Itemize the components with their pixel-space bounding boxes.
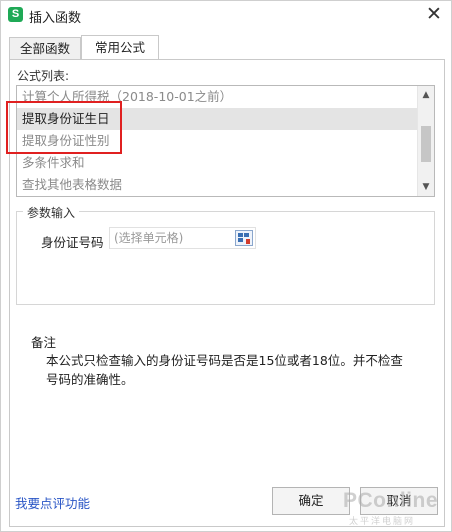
list-scrollbar[interactable]: ▲ ▼ — [417, 86, 434, 196]
pconline-watermark: PConline — [343, 489, 439, 512]
scroll-down-icon[interactable]: ▼ — [418, 179, 434, 195]
wps-app-icon: S — [8, 7, 23, 22]
notes-body: 本公式只检查输入的身份证号码是否是15位或者18位。并不检查号码的准确性。 — [46, 353, 403, 387]
insert-function-dialog: S 插入函数 ✕ 全部函数 常用公式 公式列表: 计算个人所得税（2018-10… — [0, 0, 452, 532]
id-number-placeholder: (选择单元格) — [114, 231, 184, 245]
ok-button[interactable]: 确定 — [272, 487, 350, 515]
close-icon[interactable]: ✕ — [423, 4, 445, 26]
param-group-title: 参数输入 — [23, 204, 80, 221]
pconline-watermark-subtext: 太平洋电脑网 — [349, 517, 416, 527]
tab-common-formulas[interactable]: 常用公式 — [81, 35, 159, 60]
tab-all-functions[interactable]: 全部函数 — [9, 37, 81, 60]
id-number-input[interactable]: (选择单元格) — [109, 227, 256, 249]
red-annotation-box — [6, 101, 122, 154]
id-number-label: 身份证号码 — [41, 235, 104, 250]
feedback-link[interactable]: 我要点评功能 — [15, 493, 90, 512]
title-bar: S 插入函数 ✕ — [1, 1, 451, 29]
notes-title: 备注 — [31, 335, 57, 350]
formula-list-label: 公式列表: — [17, 69, 70, 83]
param-input-group — [16, 211, 435, 305]
list-item-multi-condition-sum[interactable]: 多条件求和 — [17, 152, 417, 174]
scroll-thumb[interactable] — [421, 126, 431, 162]
cell-picker-icon[interactable] — [235, 230, 253, 246]
dialog-title: 插入函数 — [29, 11, 82, 26]
scroll-up-icon[interactable]: ▲ — [418, 87, 434, 103]
list-item-lookup-other-table[interactable]: 查找其他表格数据 — [17, 174, 417, 196]
